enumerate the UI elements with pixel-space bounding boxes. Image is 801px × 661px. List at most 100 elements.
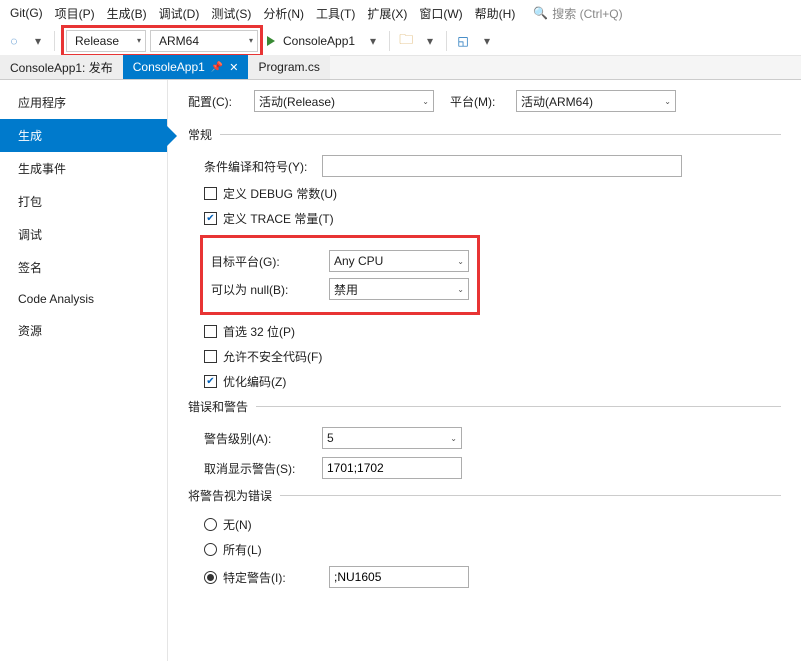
suppress-warnings-input[interactable]: [322, 457, 462, 479]
tab-project-properties[interactable]: ConsoleApp1 📌 ✕: [123, 55, 249, 79]
section-title-text: 错误和警告: [188, 398, 248, 415]
trace-const-label: 定义 TRACE 常量(T): [223, 210, 334, 227]
checkbox-checked-icon: ✔: [204, 375, 217, 388]
conditional-symbols-input[interactable]: [322, 155, 682, 177]
radio-all-label: 所有(L): [223, 541, 262, 558]
toolbar-separator: [389, 31, 390, 51]
menu-build[interactable]: 生成(B): [101, 1, 153, 26]
solution-platform-dropdown[interactable]: ARM64 ▾: [150, 30, 258, 52]
nullable-combo[interactable]: 禁用 ⌄: [329, 278, 469, 300]
tab-program-cs[interactable]: Program.cs: [248, 55, 329, 79]
solution-config-dropdown[interactable]: Release ▾: [66, 30, 146, 52]
radio-specific-row[interactable]: 特定警告(I):: [204, 566, 781, 588]
sidebar-item-application[interactable]: 应用程序: [0, 86, 167, 119]
suppress-warnings-row: 取消显示警告(S):: [204, 457, 781, 479]
preview-icon[interactable]: ◱: [453, 31, 473, 51]
target-platform-value: Any CPU: [334, 254, 383, 268]
sidebar-item-build-events[interactable]: 生成事件: [0, 152, 167, 185]
radio-none-row[interactable]: 无(N): [204, 516, 781, 533]
menu-project[interactable]: 项目(P): [49, 1, 101, 26]
sidebar-item-signing[interactable]: 签名: [0, 251, 167, 284]
chevron-down-icon: ⌄: [422, 97, 429, 106]
tab-label: ConsoleApp1: [133, 60, 205, 74]
target-platform-combo[interactable]: Any CPU ⌄: [329, 250, 469, 272]
optimize-checkbox-row[interactable]: ✔ 优化编码(Z): [204, 373, 781, 390]
section-title-text: 将警告视为错误: [188, 487, 272, 504]
toolbar: ◌ ▾ Release ▾ ARM64 ▾ ConsoleApp1 ▾ 🗀 ▾ …: [0, 26, 801, 56]
sidebar: 应用程序 生成 生成事件 打包 调试 签名 Code Analysis 资源: [0, 80, 168, 661]
trace-const-checkbox-row[interactable]: ✔ 定义 TRACE 常量(T): [204, 210, 781, 227]
unsafe-label: 允许不安全代码(F): [223, 348, 322, 365]
search-box[interactable]: 🔍 搜索 (Ctrl+Q): [533, 5, 622, 22]
chevron-down-icon: ⌄: [664, 97, 671, 106]
toolbar-separator: [54, 31, 55, 51]
build-settings-panel: 配置(C): 活动(Release) ⌄ 平台(M): 活动(ARM64) ⌄ …: [168, 80, 801, 661]
caret-icon[interactable]: ▾: [420, 31, 440, 51]
menu-debug[interactable]: 调试(D): [153, 1, 206, 26]
menu-test[interactable]: 测试(S): [205, 1, 257, 26]
debug-const-checkbox-row[interactable]: 定义 DEBUG 常数(U): [204, 185, 781, 202]
menu-window[interactable]: 窗口(W): [413, 1, 468, 26]
folder-icon[interactable]: 🗀: [396, 31, 416, 51]
pin-icon[interactable]: 📌: [211, 62, 223, 73]
radio-specific-label: 特定警告(I):: [223, 569, 323, 586]
close-icon[interactable]: ✕: [229, 61, 238, 74]
sidebar-item-code-analysis[interactable]: Code Analysis: [0, 284, 167, 314]
chevron-down-icon: ⌄: [450, 434, 457, 443]
section-errors: 错误和警告: [188, 398, 781, 415]
menu-extensions[interactable]: 扩展(X): [361, 1, 413, 26]
nullable-value: 禁用: [334, 281, 358, 298]
config-combo[interactable]: 活动(Release) ⌄: [254, 90, 434, 112]
specific-warnings-input[interactable]: [329, 566, 469, 588]
chevron-down-icon: ⌄: [457, 257, 464, 266]
menu-tools[interactable]: 工具(T): [310, 1, 361, 26]
unsafe-checkbox-row[interactable]: 允许不安全代码(F): [204, 348, 781, 365]
nullable-row: 可以为 null(B): 禁用 ⌄: [211, 278, 469, 300]
tab-publish[interactable]: ConsoleApp1: 发布: [0, 55, 123, 79]
run-dropdown[interactable]: ▾: [363, 31, 383, 51]
search-icon: 🔍: [533, 6, 548, 20]
suppress-warnings-label: 取消显示警告(S):: [204, 460, 312, 477]
conditional-symbols-label: 条件编译和符号(Y):: [204, 158, 312, 175]
radio-checked-icon: [204, 571, 217, 584]
sidebar-item-resources[interactable]: 资源: [0, 314, 167, 347]
prefer32-checkbox-row[interactable]: 首选 32 位(P): [204, 323, 781, 340]
platform-value: 活动(ARM64): [521, 93, 593, 110]
tab-label: ConsoleApp1: 发布: [10, 59, 113, 76]
menu-analyze[interactable]: 分析(N): [257, 1, 310, 26]
search-placeholder: 搜索 (Ctrl+Q): [552, 5, 622, 22]
warn-level-value: 5: [327, 431, 334, 445]
run-target-label[interactable]: ConsoleApp1: [283, 34, 355, 48]
section-treat-as-errors: 将警告视为错误: [188, 487, 781, 504]
warn-level-label: 警告级别(A):: [204, 430, 312, 447]
chevron-down-icon: ⌄: [457, 285, 464, 294]
menu-git[interactable]: Git(G): [4, 2, 49, 24]
optimize-label: 优化编码(Z): [223, 373, 286, 390]
checkbox-unchecked-icon: [204, 350, 217, 363]
menu-help[interactable]: 帮助(H): [469, 1, 522, 26]
document-tabs: ConsoleApp1: 发布 ConsoleApp1 📌 ✕ Program.…: [0, 56, 801, 80]
content: 应用程序 生成 生成事件 打包 调试 签名 Code Analysis 资源 配…: [0, 80, 801, 661]
config-label: 配置(C):: [188, 93, 238, 110]
solution-platform-value: ARM64: [159, 34, 199, 48]
warn-level-combo[interactable]: 5 ⌄: [322, 427, 462, 449]
toolbar-separator: [446, 31, 447, 51]
config-platform-row: 配置(C): 活动(Release) ⌄ 平台(M): 活动(ARM64) ⌄: [188, 90, 781, 112]
nullable-label: 可以为 null(B):: [211, 281, 319, 298]
caret-icon[interactable]: ▾: [477, 31, 497, 51]
platform-combo[interactable]: 活动(ARM64) ⌄: [516, 90, 676, 112]
sidebar-item-package[interactable]: 打包: [0, 185, 167, 218]
back-button[interactable]: ◌: [4, 31, 24, 51]
sidebar-item-debug[interactable]: 调试: [0, 218, 167, 251]
checkbox-checked-icon: ✔: [204, 212, 217, 225]
radio-all-row[interactable]: 所有(L): [204, 541, 781, 558]
debug-const-label: 定义 DEBUG 常数(U): [223, 185, 337, 202]
checkbox-unchecked-icon: [204, 187, 217, 200]
forward-dropdown[interactable]: ▾: [28, 31, 48, 51]
radio-unchecked-icon: [204, 518, 217, 531]
target-platform-label: 目标平台(G):: [211, 253, 319, 270]
sidebar-item-build[interactable]: 生成: [0, 119, 167, 152]
config-platform-highlight: Release ▾ ARM64 ▾: [61, 25, 263, 57]
start-debug-icon[interactable]: [267, 36, 275, 46]
radio-unchecked-icon: [204, 543, 217, 556]
